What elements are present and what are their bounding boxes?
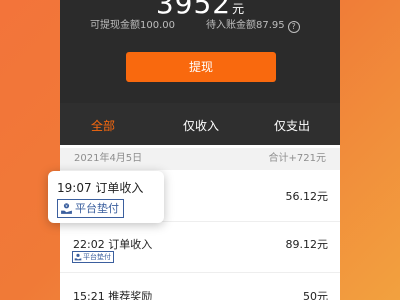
platform-advance-badge: 平台垫付: [72, 251, 114, 263]
pending-amount: 待入账金额87.95: [206, 20, 285, 31]
balance-header: 3952元 可提现金额100.00 待入账金额87.95? 提现: [60, 0, 340, 103]
group-total: 合计+721元: [268, 153, 326, 164]
transaction-row[interactable]: 15:21 推荐奖励 50元: [60, 273, 340, 300]
badge-label: 平台垫付: [83, 253, 111, 261]
badge-label: 平台垫付: [75, 202, 119, 215]
tab-all[interactable]: 全部: [63, 103, 143, 145]
filter-tabs: 全部 仅收入 仅支出: [60, 103, 340, 145]
tab-income-only[interactable]: 仅收入: [161, 103, 241, 145]
balance-unit: 元: [232, 2, 245, 16]
help-icon[interactable]: ?: [287, 21, 300, 33]
transaction-title: 19:07 订单收入: [57, 181, 144, 195]
group-date: 2021年4月5日: [74, 153, 143, 164]
transaction-amount: 89.12元: [285, 238, 329, 251]
tab-expense-only[interactable]: 仅支出: [252, 103, 332, 145]
pending-amount-group: 待入账金额87.95?: [206, 20, 300, 33]
withdrawable-amount: 可提现金额100.00: [90, 20, 175, 31]
transaction-amount: 56.12元: [285, 190, 329, 203]
platform-advance-badge: ¥ 平台垫付: [57, 199, 124, 218]
transaction-amount: 50元: [303, 290, 328, 300]
hand-coin-icon: ¥: [61, 203, 72, 214]
hand-coin-icon: [74, 253, 82, 261]
transaction-title: 15:21 推荐奖励: [73, 290, 153, 300]
zoomed-transaction-callout: 19:07 订单收入 ¥ 平台垫付: [48, 171, 164, 223]
app-screen: 3952元 可提现金额100.00 待入账金额87.95? 提现 全部 仅收入 …: [60, 0, 340, 300]
date-group-header: 2021年4月5日 合计+721元: [60, 148, 340, 170]
balance-value: 3952: [155, 0, 232, 20]
withdraw-button[interactable]: 提现: [126, 52, 276, 82]
transaction-title: 22:02 订单收入: [73, 238, 153, 251]
transaction-row[interactable]: 22:02 订单收入 89.12元 平台垫付: [60, 222, 340, 273]
